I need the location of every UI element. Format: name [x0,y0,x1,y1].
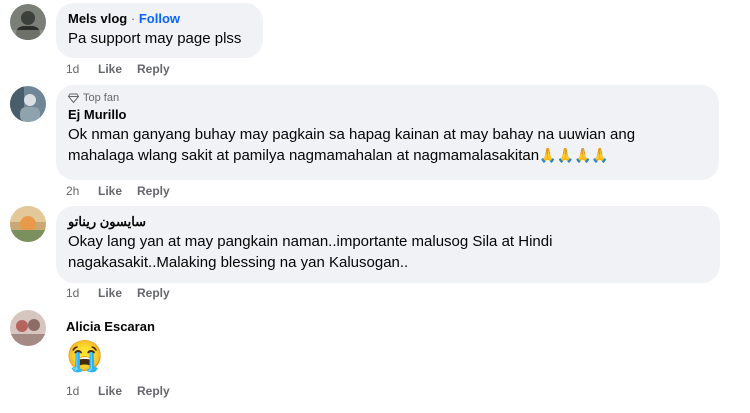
comment-text-line: mahalaga wlang sakit at pamilya nagmamah… [68,145,707,166]
comment-text: Okay lang yan at may pangkain naman..imp… [68,231,708,273]
top-fan-badge: Top fan [68,91,707,105]
comment-text: Ok nman ganyang buhay may pagkain sa hap… [68,124,707,166]
comment-content: Alicia Escaran 😭 [66,318,155,375]
like-button[interactable]: Like [98,183,122,199]
diamond-icon [68,93,79,103]
comment-time[interactable]: 1d [66,285,98,301]
like-button[interactable]: Like [98,383,122,399]
comment-text-line-content: mahalaga wlang sakit at pamilya nagmamah… [68,147,540,164]
comment-author: Mels vlog · Follow [68,10,251,27]
reply-button[interactable]: Reply [137,383,170,399]
comment-time[interactable]: 2h [66,183,98,199]
follow-button[interactable]: Follow [139,11,180,26]
reply-button[interactable]: Reply [137,183,170,199]
author-name[interactable]: Alicia Escaran [66,318,155,335]
avatar[interactable] [10,206,46,242]
avatar[interactable] [10,310,46,346]
like-button[interactable]: Like [98,61,122,77]
comment-actions: 2h Like Reply [66,183,185,199]
comment-text-line: Okay lang yan at may pangkain naman..imp… [68,233,553,250]
comment-actions: 1d Like Reply [66,383,185,399]
comment-actions: 1d Like Reply [66,285,185,301]
comment-time[interactable]: 1d [66,383,98,399]
reply-button[interactable]: Reply [137,61,170,77]
praying-hands-emoji: 🙏🙏🙏🙏 [539,147,609,163]
comment-bubble: Mels vlog · Follow Pa support may page p… [56,3,263,58]
avatar[interactable] [10,86,46,122]
like-button[interactable]: Like [98,285,122,301]
author-name[interactable]: Mels vlog [68,11,127,26]
separator: · [130,11,136,26]
badge-label: Top fan [83,92,120,104]
comment-text-line: nagakasakit..Malaking blessing na yan Ka… [68,254,409,271]
reply-button[interactable]: Reply [137,285,170,301]
comment-text-line: Ok nman ganyang buhay may pagkain sa hap… [68,126,636,143]
crying-face-emoji: 😭 [66,340,104,373]
comment-bubble: سايسون ريناتو Okay lang yan at may pangk… [56,206,720,283]
comment-text: Pa support may page plss [68,30,242,47]
avatar[interactable] [10,4,46,40]
comment-actions: 1d Like Reply [66,61,185,77]
author-name[interactable]: Ej Murillo [68,106,707,123]
comment-time[interactable]: 1d [66,61,98,77]
comment-bubble: Top fan Ej Murillo Ok nman ganyang buhay… [56,85,719,180]
author-name[interactable]: سايسون ريناتو [68,213,708,230]
